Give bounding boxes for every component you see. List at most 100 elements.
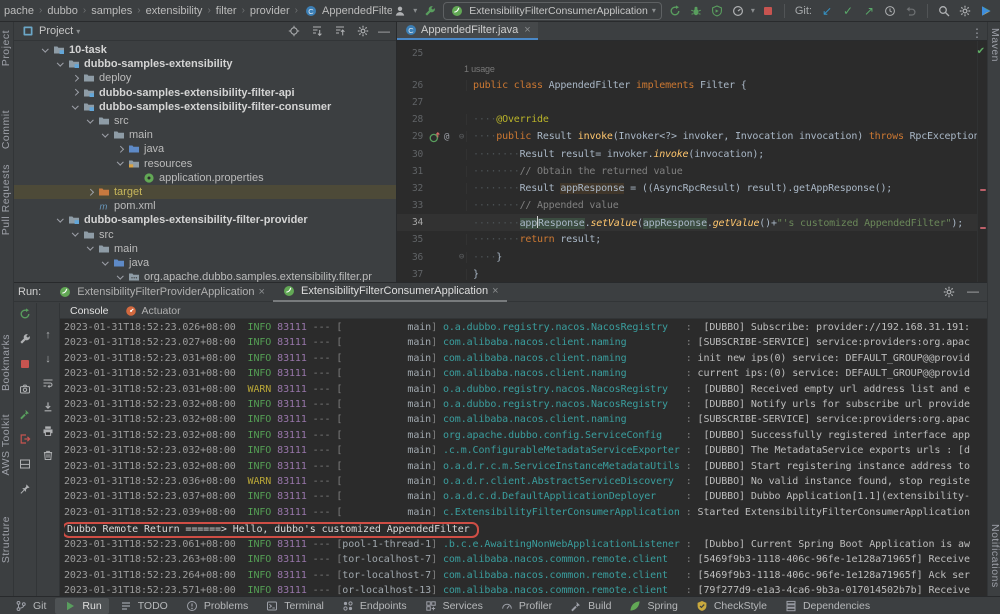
up-stack-trace-icon[interactable]: ↑	[40, 327, 56, 343]
tree-chevron-icon[interactable]	[40, 48, 51, 53]
code-line-31[interactable]: 31········// Obtain the returned value	[397, 163, 987, 180]
build-run-icon[interactable]	[17, 406, 33, 422]
code-line-33[interactable]: 33········// Appended value	[397, 197, 987, 214]
code-text[interactable]: ········appResponse.setValue(appResponse…	[466, 216, 987, 229]
view-tab-actuator[interactable]: Actuator	[117, 303, 187, 319]
tree-item-resources[interactable]: resources	[14, 157, 396, 171]
stop-process-icon[interactable]	[17, 356, 33, 372]
run-panel-gear-icon[interactable]	[941, 284, 957, 300]
tree-chevron-icon[interactable]	[115, 275, 126, 280]
code-text[interactable]: ····public Result invoke(Invoker<?> invo…	[466, 131, 987, 142]
statusbar-item-dependencies[interactable]: Dependencies	[776, 598, 877, 614]
tool-stripe-item-maven[interactable]: Maven	[988, 28, 1000, 62]
tool-stripe-item-project[interactable]: Project	[0, 30, 14, 66]
statusbar-item-build[interactable]: Build	[561, 598, 618, 614]
code-inlay-hint[interactable]: 1 usage	[397, 62, 987, 77]
code-line-32[interactable]: 32········Result appResponse = ((AsyncRp…	[397, 180, 987, 197]
soft-wrap-icon[interactable]	[40, 375, 56, 391]
breadcrumb-item[interactable]: provider	[248, 5, 292, 17]
coverage-button[interactable]	[709, 3, 725, 19]
run-config-select[interactable]: ExtensibilityFilterConsumerApplication ▾	[443, 2, 662, 20]
statusbar-item-todo[interactable]: TODO	[111, 598, 175, 614]
restore-layout-icon[interactable]	[17, 456, 33, 472]
tree-item-main[interactable]: main	[14, 128, 396, 142]
statusbar-item-git[interactable]: Git	[6, 598, 53, 614]
setup-sdk-icon[interactable]	[422, 3, 438, 19]
statusbar-item-run[interactable]: Run	[55, 598, 108, 614]
git-commit-check-icon[interactable]: ✓	[840, 3, 856, 19]
pin-tab-icon[interactable]	[17, 481, 33, 497]
tree-item-dubbo-samples-extensibility-filter-consumer[interactable]: dubbo-samples-extensibility-filter-consu…	[14, 100, 396, 114]
statusbar-item-checkstyle[interactable]: CheckStyle	[687, 598, 774, 614]
statusbar-item-spring[interactable]: Spring	[620, 598, 684, 614]
close-tab-icon[interactable]: ×	[492, 285, 498, 297]
tree-chevron-icon[interactable]	[55, 218, 66, 223]
statusbar-item-services[interactable]: Services	[416, 598, 490, 614]
code-line-30[interactable]: 30········Result result= invoker.invoke(…	[397, 145, 987, 162]
fold-marker-icon[interactable]: ⊖	[457, 132, 466, 142]
tree-item-src[interactable]: src	[14, 114, 396, 128]
thread-dump-icon[interactable]	[17, 381, 33, 397]
plugin-icon[interactable]	[978, 3, 994, 19]
breadcrumb-item[interactable]: extensibility	[144, 5, 205, 17]
git-update-icon[interactable]: ↙	[819, 3, 835, 19]
tree-item-10-task[interactable]: 10-task	[14, 43, 396, 57]
hide-panel-icon[interactable]: —	[378, 24, 390, 38]
edit-configuration-icon[interactable]	[17, 331, 33, 347]
stop-button[interactable]	[760, 3, 776, 19]
tree-item-deploy[interactable]: deploy	[14, 71, 396, 85]
tool-stripe-item-aws-toolkit[interactable]: AWS Toolkit	[0, 414, 14, 476]
print-icon[interactable]	[40, 423, 56, 439]
profiler-button[interactable]	[730, 3, 746, 19]
run-button[interactable]	[667, 3, 683, 19]
user-menu-icon[interactable]	[392, 3, 408, 19]
settings-gear-icon[interactable]	[957, 3, 973, 19]
tree-chevron-icon[interactable]	[85, 246, 96, 251]
close-tab-icon[interactable]: ×	[524, 24, 530, 36]
tree-item-org-apache-dubbo-samples-extensibility-filter-pr[interactable]: org.apache.dubbo.samples.extensibility.f…	[14, 270, 396, 282]
down-stack-trace-icon[interactable]: ↓	[40, 351, 56, 367]
tree-item-application-properties[interactable]: application.properties	[14, 171, 396, 185]
code-text[interactable]: ········return result;	[466, 234, 987, 245]
code-line-34[interactable]: 34········appResponse.setValue(appRespon…	[397, 214, 987, 231]
fold-marker-icon[interactable]: ⊖	[457, 252, 466, 262]
tree-item-main[interactable]: main	[14, 242, 396, 256]
tree-chevron-icon[interactable]	[55, 62, 66, 67]
tree-chevron-icon[interactable]	[70, 232, 81, 237]
clear-console-icon[interactable]	[40, 447, 56, 463]
tree-chevron-icon[interactable]	[100, 261, 111, 266]
close-tab-icon[interactable]: ×	[259, 286, 265, 298]
select-opened-file-icon[interactable]	[286, 23, 302, 39]
run-tab-active[interactable]: ExtensibilityFilterConsumerApplication×	[273, 283, 507, 302]
statusbar-item-endpoints[interactable]: Endpoints	[333, 598, 414, 614]
debug-button[interactable]	[688, 3, 704, 19]
project-view-select[interactable]: Project▾	[20, 23, 80, 39]
tree-item-dubbo-samples-extensibility-filter-provider[interactable]: dubbo-samples-extensibility-filter-provi…	[14, 213, 396, 227]
minimize-panel-icon[interactable]: —	[967, 284, 979, 300]
code-line-36[interactable]: 36⊖····}	[397, 249, 987, 266]
code-line-37[interactable]: 37}	[397, 266, 987, 282]
tree-chevron-icon[interactable]	[70, 105, 81, 110]
tree-chevron-icon[interactable]	[100, 133, 111, 138]
code-text[interactable]: ········Result result= invoker.invoke(in…	[466, 149, 987, 160]
tree-chevron-icon[interactable]	[85, 190, 96, 195]
code-line-26[interactable]: 26public class AppendedFilter implements…	[397, 77, 987, 94]
code-text[interactable]: ········// Appended value	[466, 200, 987, 211]
tree-item-java[interactable]: java	[14, 142, 396, 156]
tool-stripe-item-commit[interactable]: Commit	[0, 110, 14, 149]
view-tab-console[interactable]: Console	[64, 303, 115, 319]
tool-stripe-item-bookmarks[interactable]: Bookmarks	[0, 334, 14, 391]
rollback-icon[interactable]	[903, 3, 919, 19]
code-text[interactable]: ····@Override	[466, 114, 987, 125]
code-text[interactable]: ····}	[466, 252, 987, 263]
tool-stripe-item-structure[interactable]: Structure	[0, 516, 14, 563]
statusbar-item-problems[interactable]: Problems	[177, 598, 255, 614]
tree-chevron-icon[interactable]	[70, 90, 81, 95]
collapse-all-icon[interactable]	[332, 23, 348, 39]
code-text[interactable]: ········Result appResponse = ((AsyncRpcR…	[466, 183, 987, 194]
editor-options-kebab-icon[interactable]: ⋮	[971, 26, 987, 40]
code-area[interactable]: 251 usage26public class AppendedFilter i…	[397, 41, 987, 282]
code-line-28[interactable]: 28····@Override	[397, 111, 987, 128]
overrides-method-icon[interactable]	[427, 129, 443, 145]
breadcrumb-item[interactable]: dubbo	[45, 5, 80, 17]
